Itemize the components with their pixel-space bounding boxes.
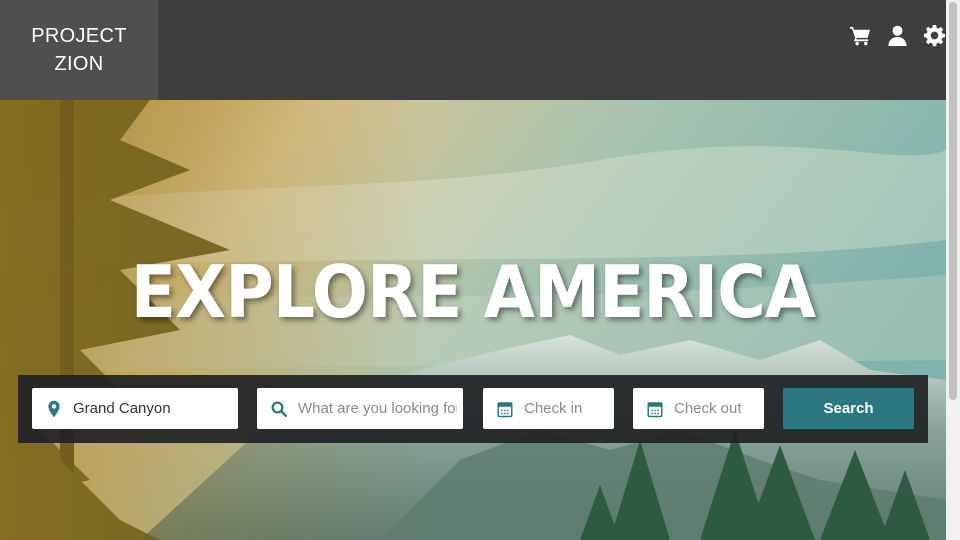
settings-icon[interactable] — [923, 24, 946, 47]
hero-banner: EXPLORE AMERICA Grand Canyon What are yo… — [0, 100, 946, 540]
search-icon — [271, 401, 287, 417]
keyword-input[interactable] — [298, 400, 463, 417]
header-icons — [849, 24, 946, 47]
search-button[interactable]: Search — [783, 388, 914, 429]
keyword-field[interactable] — [257, 388, 463, 429]
page-scrollbar[interactable] — [946, 0, 960, 540]
checkin-input[interactable] — [524, 400, 614, 417]
scrollbar-thumb[interactable] — [949, 2, 957, 400]
brand-line-2: ZION — [54, 53, 104, 75]
checkout-input[interactable] — [674, 400, 764, 417]
cart-icon[interactable] — [849, 24, 872, 47]
calendar-icon — [647, 401, 663, 417]
brand-line-1: PROJECT — [31, 25, 127, 47]
brand-logo[interactable]: PROJECT ZION — [0, 0, 158, 100]
location-input[interactable] — [73, 400, 238, 417]
location-field[interactable] — [32, 388, 238, 429]
search-bar: Search — [18, 375, 928, 443]
checkin-field[interactable] — [483, 388, 614, 429]
user-icon[interactable] — [886, 24, 909, 47]
hero-headline: EXPLORE AMERICA — [130, 250, 816, 334]
calendar-icon — [497, 401, 513, 417]
top-navigation-bar: PROJECT ZION — [0, 0, 946, 100]
map-marker-icon — [48, 400, 60, 417]
checkout-field[interactable] — [633, 388, 764, 429]
